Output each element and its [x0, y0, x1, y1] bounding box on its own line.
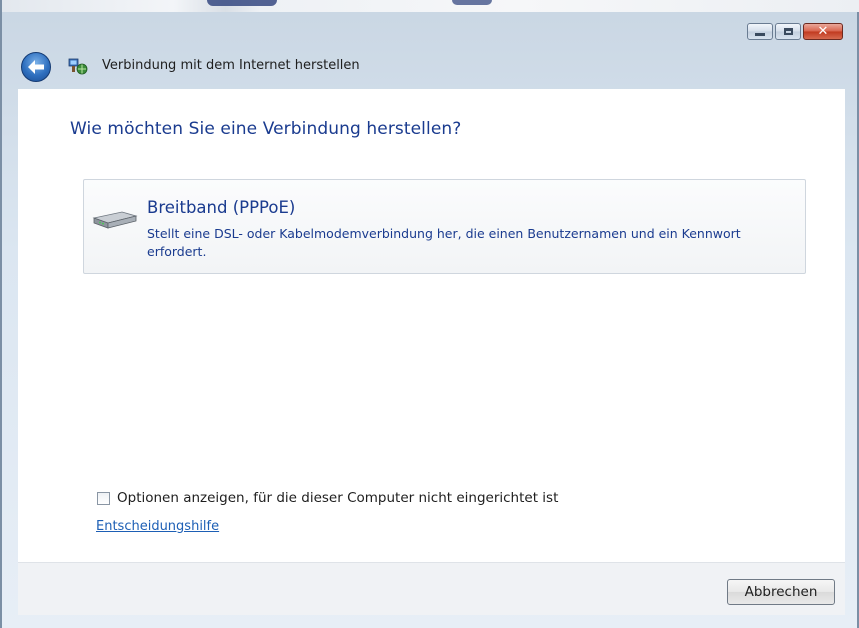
footer-bar: Abbrechen: [18, 562, 845, 615]
close-icon: ✕: [817, 24, 829, 39]
back-arrow-icon: [28, 60, 44, 74]
show-options-row: Optionen anzeigen, für die dieser Comput…: [97, 490, 558, 506]
option-description: Stellt eine DSL- oder Kabelmodemverbindu…: [147, 226, 741, 259]
caption-buttons: ✕: [747, 23, 843, 40]
close-button[interactable]: ✕: [803, 23, 843, 40]
help-link[interactable]: Entscheidungshilfe: [96, 519, 219, 534]
minimize-icon: [755, 32, 765, 36]
maximize-button[interactable]: [775, 23, 801, 40]
background-decoration: [452, 0, 492, 5]
option-title: Breitband (PPPoE): [147, 198, 296, 217]
modem-icon: [92, 211, 138, 229]
background-decoration: [207, 0, 277, 6]
show-options-checkbox[interactable]: [97, 491, 110, 505]
background-strip: [2, 0, 859, 12]
network-connection-icon: [68, 58, 88, 75]
back-button[interactable]: [21, 52, 51, 82]
main-content: Wie möchten Sie eine Verbindung herstell…: [18, 89, 845, 562]
cancel-button[interactable]: Abbrechen: [727, 579, 835, 605]
window-title: Verbindung mit dem Internet herstellen: [102, 58, 360, 73]
option-broadband-pppoe[interactable]: Breitband (PPPoE) Stellt eine DSL- oder …: [83, 179, 806, 274]
show-options-label[interactable]: Optionen anzeigen, für die dieser Comput…: [117, 490, 558, 506]
page-heading: Wie möchten Sie eine Verbindung herstell…: [70, 119, 462, 139]
maximize-icon: [783, 28, 793, 35]
minimize-button[interactable]: [747, 23, 773, 40]
wizard-window: ✕ Verbindung mit dem Internet herstellen…: [0, 0, 859, 628]
